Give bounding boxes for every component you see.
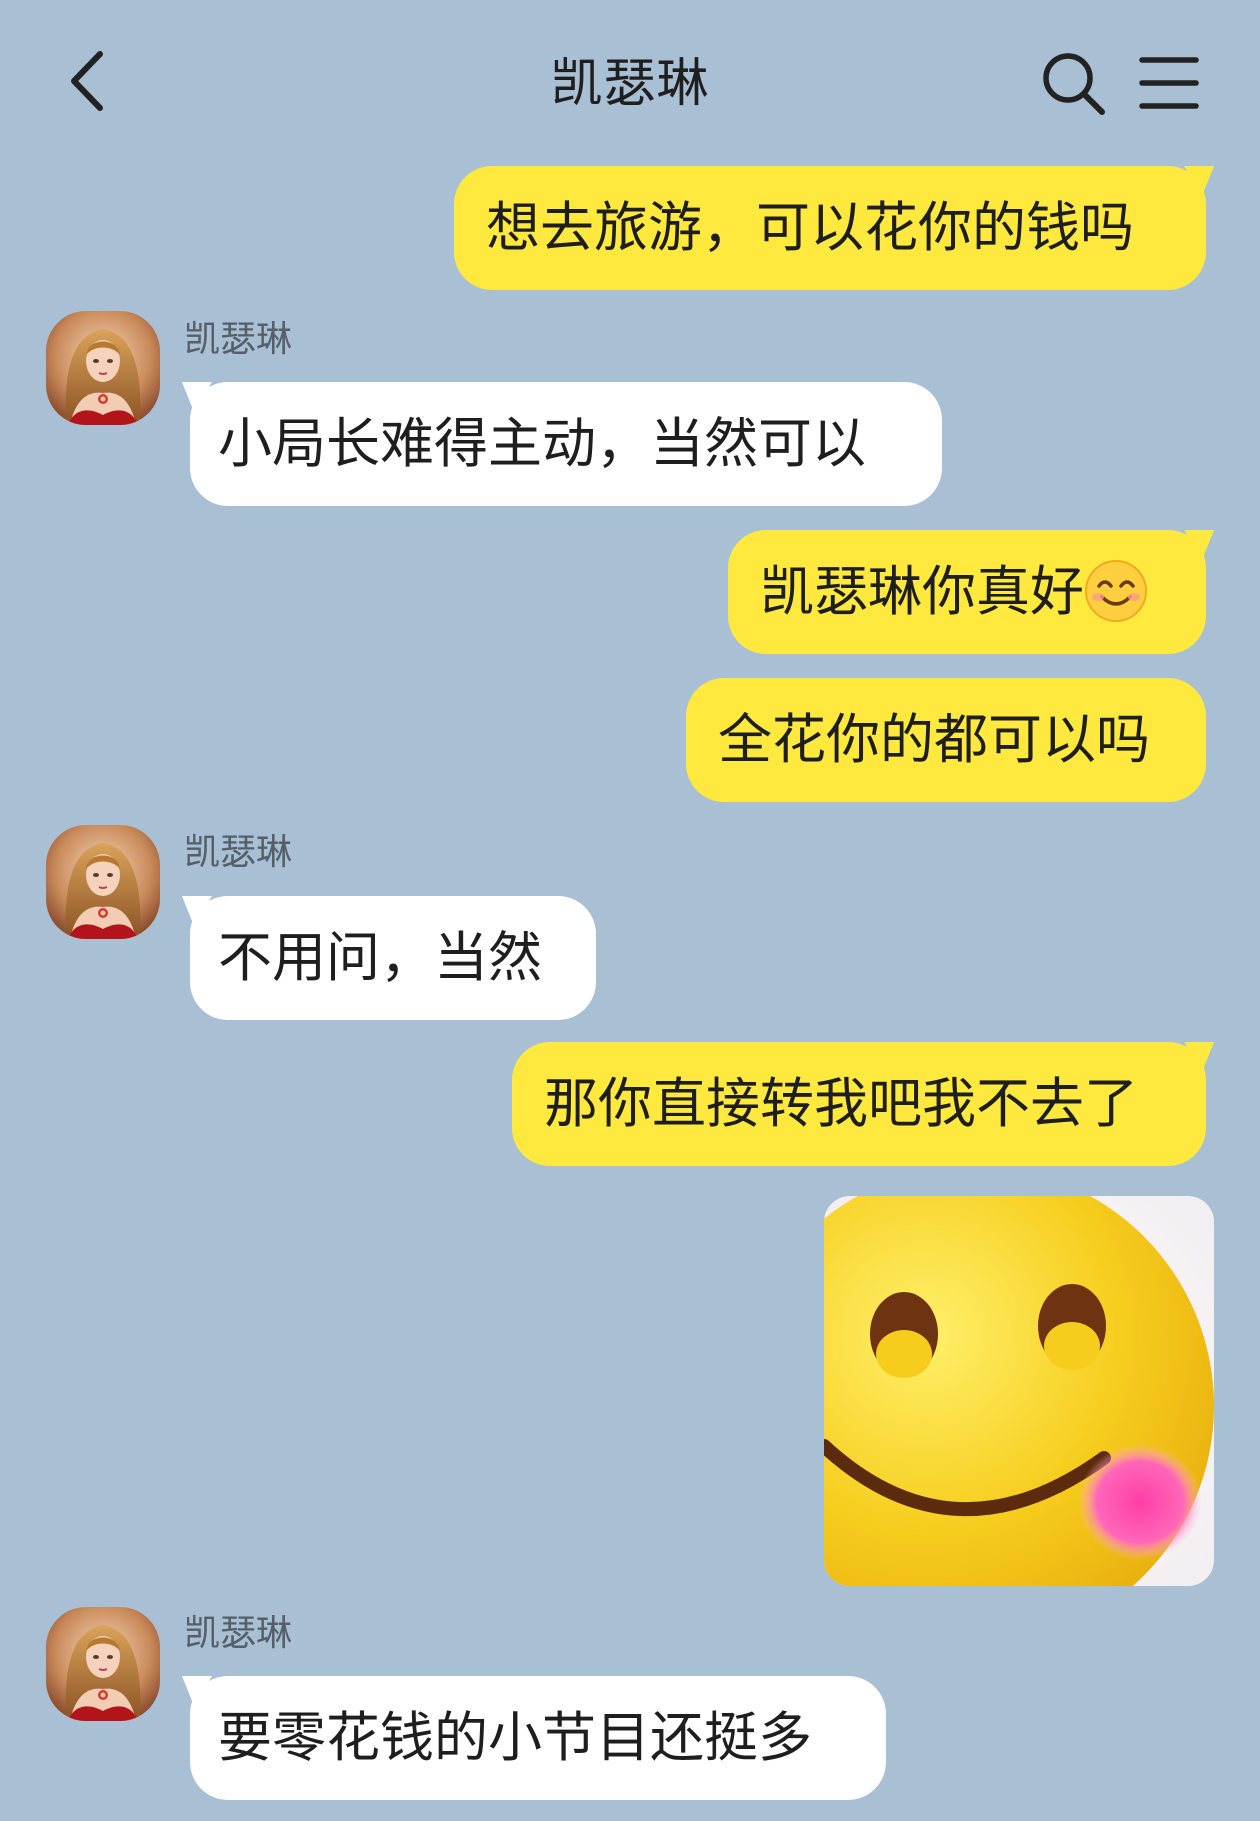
menu-button[interactable] — [1138, 54, 1200, 112]
message-text: 全花你的都可以吗 — [718, 708, 1150, 771]
smiling-face-icon — [1085, 560, 1147, 623]
message-bubble-theirs[interactable]: 不用问，当然 — [182, 896, 596, 1020]
avatar-image — [46, 311, 160, 425]
message-text: 不用问，当然 — [218, 926, 542, 989]
avatar-image — [46, 1607, 160, 1721]
blushing-smiley-sticker — [824, 1196, 1214, 1586]
message-text: 想去旅游，可以花你的钱吗 — [486, 196, 1134, 259]
search-icon — [1043, 53, 1105, 115]
message-bubble-mine[interactable]: 凯瑟琳你真好 — [728, 530, 1214, 654]
search-button[interactable] — [1040, 50, 1108, 118]
bubble-tail — [1184, 530, 1214, 560]
avatar[interactable] — [46, 311, 160, 425]
sender-name: 凯瑟琳 — [184, 319, 293, 360]
sender-name: 凯瑟琳 — [184, 832, 293, 873]
message-text: 小局长难得主动，当然可以 — [218, 412, 866, 475]
message-text: 凯瑟琳你真好 — [760, 560, 1084, 623]
message-bubble-mine[interactable]: 那你直接转我吧我不去了 — [512, 1042, 1214, 1166]
bubble-tail — [182, 1676, 212, 1706]
bubble-tail — [1184, 1042, 1214, 1072]
hamburger-menu-icon — [1139, 57, 1199, 109]
bubble-tail — [182, 382, 212, 412]
message-bubble-theirs[interactable]: 要零花钱的小节目还挺多 — [182, 1676, 886, 1800]
avatar[interactable] — [46, 1607, 160, 1721]
avatar[interactable] — [46, 825, 160, 939]
sender-name: 凯瑟琳 — [184, 1613, 293, 1654]
bubble-tail — [182, 896, 212, 926]
message-text: 要零花钱的小节目还挺多 — [218, 1706, 812, 1769]
bubble-tail — [1184, 166, 1214, 196]
message-text: 那你直接转我吧我不去了 — [544, 1072, 1138, 1135]
avatar-image — [46, 825, 160, 939]
chat-header: 凯瑟琳 — [0, 0, 1260, 170]
message-bubble-theirs[interactable]: 小局长难得主动，当然可以 — [182, 382, 942, 506]
sticker-message[interactable] — [824, 1196, 1214, 1586]
message-bubble-mine[interactable]: 想去旅游，可以花你的钱吗 — [454, 166, 1214, 290]
message-bubble-mine[interactable]: 全花你的都可以吗 — [686, 678, 1206, 802]
